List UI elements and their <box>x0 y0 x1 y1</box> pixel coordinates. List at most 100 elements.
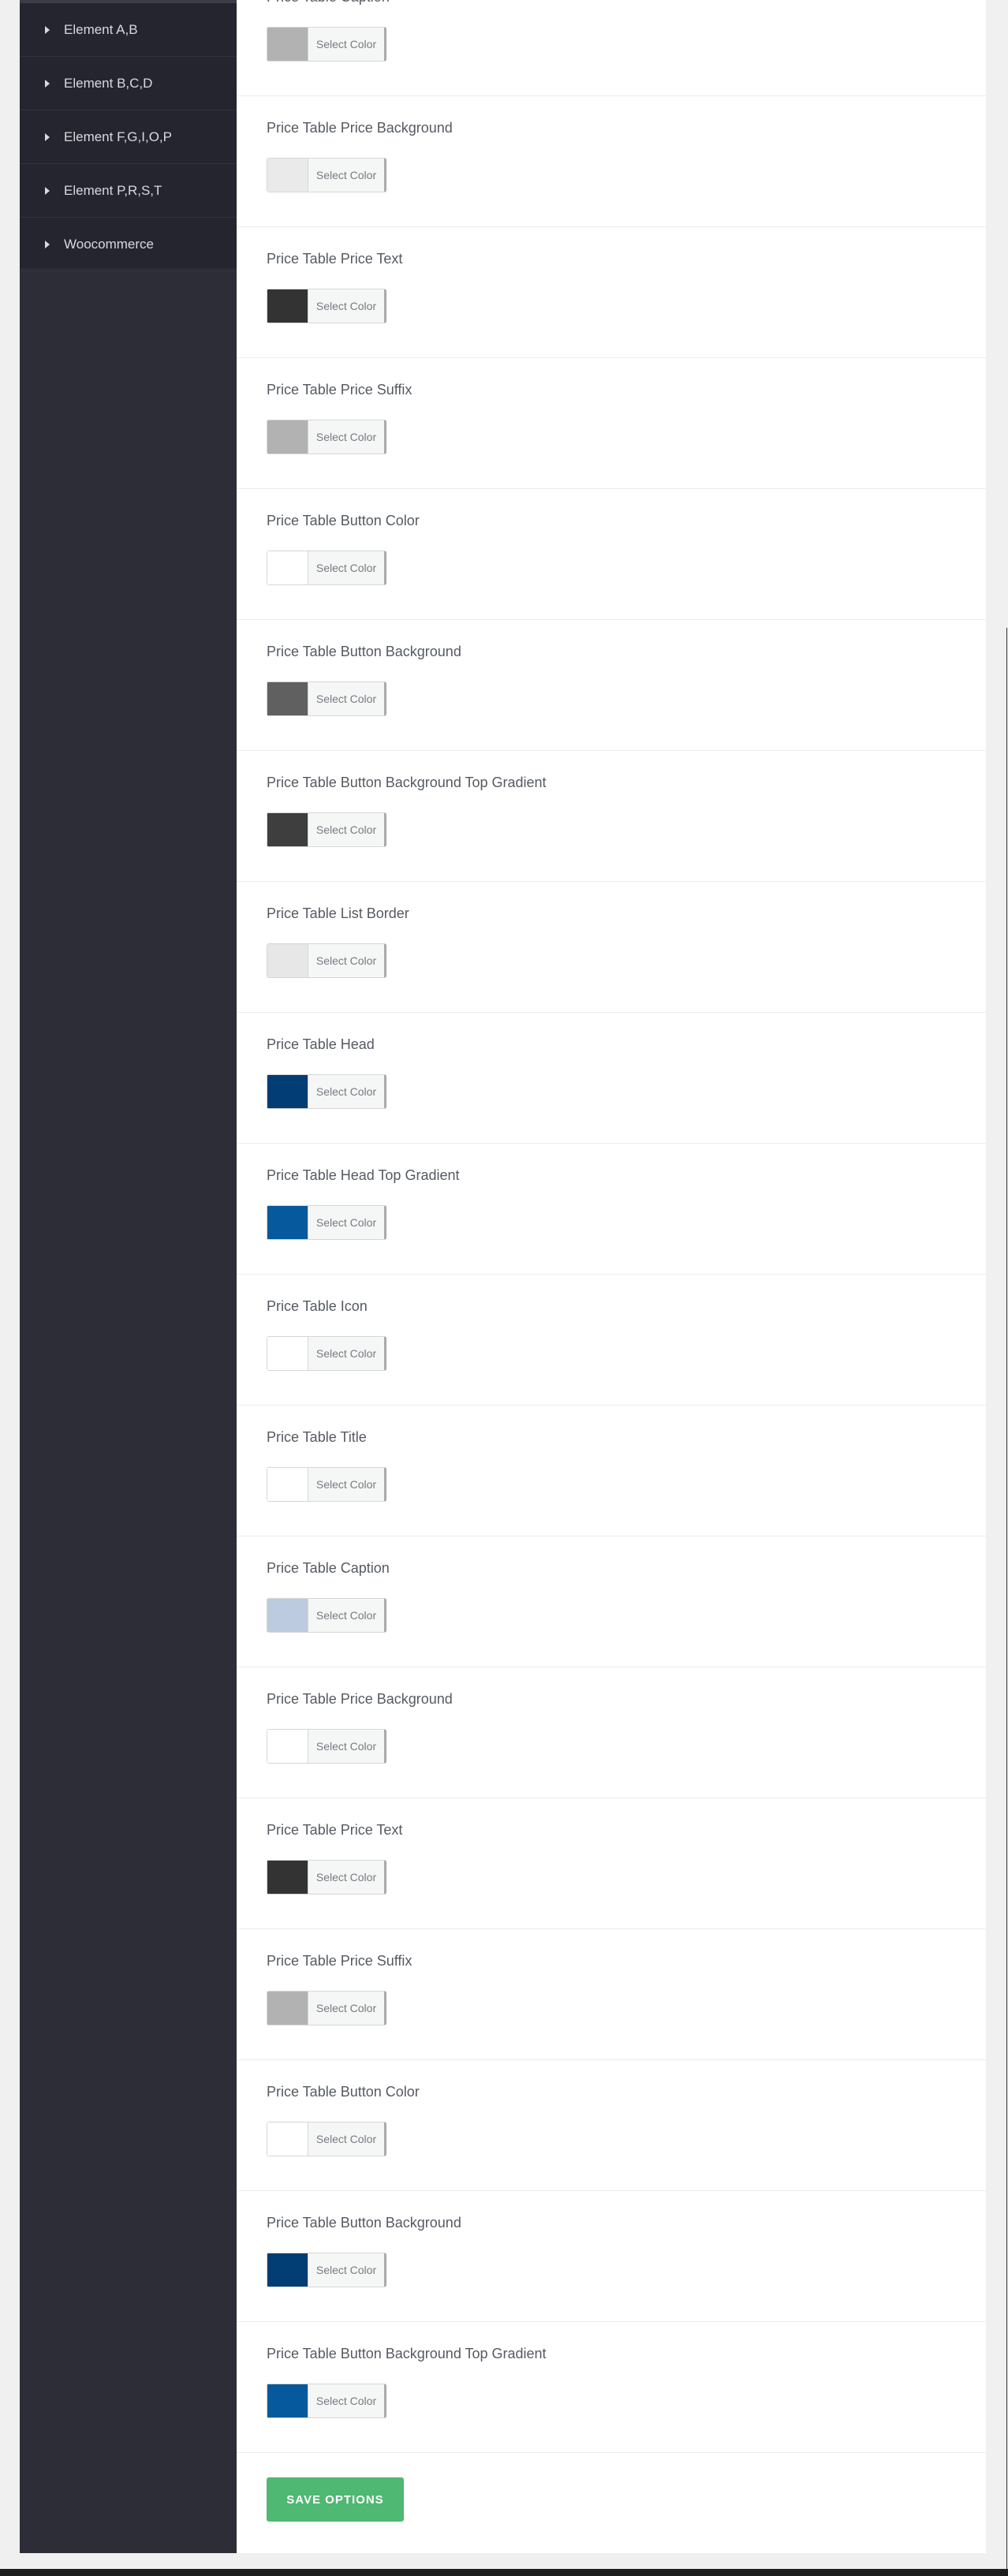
color-swatch[interactable] <box>267 1730 308 1763</box>
color-swatch[interactable] <box>267 2384 308 2417</box>
color-option-label: Price Table Button Background <box>267 2215 461 2231</box>
select-color-label[interactable]: Select Color <box>308 289 384 323</box>
color-option-label: Price Table Head Top Gradient <box>267 1167 460 1183</box>
save-options-button[interactable]: SAVE OPTIONS <box>267 2477 404 2522</box>
color-swatch[interactable] <box>267 1599 308 1632</box>
color-swatch[interactable] <box>267 813 308 846</box>
color-swatch[interactable] <box>267 1206 308 1239</box>
caret-right-icon <box>45 133 50 141</box>
color-option-row: Price Table Price Background Select Color <box>237 96 986 227</box>
select-color-label[interactable]: Select Color <box>308 944 384 977</box>
window-edge-line <box>1006 628 1007 2576</box>
options-panel: Price Table CaptionSelect ColorPrice Tab… <box>237 0 986 2553</box>
select-color-label[interactable]: Select Color <box>308 28 384 61</box>
bottom-bar <box>0 2569 1008 2576</box>
select-color-label[interactable]: Select Color <box>308 159 384 192</box>
sidebar-menu: Element A,B Element B,C,D Element F,G,I,… <box>20 3 237 271</box>
color-picker-button[interactable]: Select Color <box>267 2253 386 2287</box>
color-option-row: Price Table Button Background Select Colo… <box>237 620 986 751</box>
color-swatch[interactable] <box>267 420 308 454</box>
color-picker-button[interactable]: Select Color <box>267 1729 386 1764</box>
sidebar-item-label: Element B,C,D <box>64 75 153 91</box>
color-picker-button[interactable]: Select Color <box>267 681 386 716</box>
caret-right-icon <box>45 240 50 248</box>
color-option-label: Price Table List Border <box>267 905 409 921</box>
color-option-label: Price Table Caption <box>267 1560 390 1576</box>
sidebar-item-element-p-r-s-t[interactable]: Element P,R,S,T <box>20 164 237 218</box>
color-swatch[interactable] <box>267 1468 308 1501</box>
select-color-label[interactable]: Select Color <box>308 2384 384 2417</box>
color-picker-button[interactable]: Select Color <box>267 1991 386 2025</box>
color-picker-button[interactable]: Select Color <box>267 289 386 323</box>
select-color-label[interactable]: Select Color <box>308 682 384 715</box>
sidebar-item-label: Element A,B <box>64 21 138 37</box>
color-picker-button[interactable]: Select Color <box>267 1598 386 1633</box>
color-swatch[interactable] <box>267 28 308 61</box>
color-swatch[interactable] <box>267 2253 308 2287</box>
color-picker-button[interactable]: Select Color <box>267 1467 386 1502</box>
select-color-label[interactable]: Select Color <box>308 551 384 584</box>
color-option-row: Price Table List Border Select Color <box>237 882 986 1013</box>
select-color-label[interactable]: Select Color <box>308 1730 384 1763</box>
color-picker-button[interactable]: Select Color <box>267 2384 386 2418</box>
sidebar-item-element-b-c-d[interactable]: Element B,C,D <box>20 57 237 110</box>
color-option-row: Price Table Button Background Select Colo… <box>237 2191 986 2322</box>
color-option-row: Price Table Button Background Top Gradie… <box>237 751 986 882</box>
caret-right-icon <box>45 25 50 34</box>
sidebar-item-woocommerce[interactable]: Woocommerce <box>20 218 237 271</box>
color-option-row: Price Table Caption Select Color <box>237 0 986 96</box>
caret-right-icon <box>45 79 50 88</box>
select-color-label[interactable]: Select Color <box>308 1206 384 1239</box>
color-option-row: Price Table Head Top Gradient Select Colo… <box>237 1144 986 1275</box>
color-option-label: Price Table Icon <box>267 1298 368 1314</box>
color-picker-button[interactable]: Select Color <box>267 1860 386 1895</box>
select-color-label[interactable]: Select Color <box>308 2122 384 2156</box>
color-option-label: Price Table Title <box>267 1429 367 1445</box>
color-picker-button[interactable]: Select Color <box>267 158 386 192</box>
select-color-label[interactable]: Select Color <box>308 2253 384 2287</box>
color-picker-button[interactable]: Select Color <box>267 420 386 454</box>
select-color-label[interactable]: Select Color <box>308 1861 384 1894</box>
color-swatch[interactable] <box>267 159 308 192</box>
color-swatch[interactable] <box>267 682 308 715</box>
color-option-row: Price Table Button Background Top Gradie… <box>237 2322 986 2453</box>
sidebar-item-element-a-b[interactable]: Element A,B <box>20 3 237 57</box>
color-option-label: Price Table Price Background <box>267 1691 453 1707</box>
color-option-row: Price Table Price Suffix Select Color <box>237 358 986 489</box>
color-picker-button[interactable]: Select Color <box>267 1205 386 1240</box>
color-option-row: Price Table Price Text Select Color <box>237 227 986 358</box>
color-picker-button[interactable]: Select Color <box>267 812 386 847</box>
color-picker-button[interactable]: Select Color <box>267 27 386 62</box>
color-swatch[interactable] <box>267 551 308 584</box>
color-swatch[interactable] <box>267 2122 308 2156</box>
sidebar-item-element-f-g-i-o-p[interactable]: Element F,G,I,O,P <box>20 110 237 164</box>
color-swatch[interactable] <box>267 1861 308 1894</box>
color-swatch[interactable] <box>267 1992 308 2025</box>
color-option-row: Price Table Caption Select Color <box>237 1536 986 1667</box>
color-picker-button[interactable]: Select Color <box>267 943 386 978</box>
color-option-row: Price Table Title Select Color <box>237 1406 986 1536</box>
select-color-label[interactable]: Select Color <box>308 1468 384 1501</box>
select-color-label[interactable]: Select Color <box>308 1599 384 1632</box>
select-color-label[interactable]: Select Color <box>308 813 384 846</box>
color-option-label: Price Table Button Color <box>267 2084 420 2100</box>
color-swatch[interactable] <box>267 1337 308 1370</box>
color-picker-button[interactable]: Select Color <box>267 551 386 585</box>
color-swatch[interactable] <box>267 1075 308 1108</box>
color-option-label: Price Table Price Suffix <box>267 1953 413 1969</box>
color-option-label: Price Table Button Background Top Gradie… <box>267 775 547 790</box>
color-option-row: Price Table Price Text Select Color <box>237 1798 986 1929</box>
color-picker-button[interactable]: Select Color <box>267 1336 386 1371</box>
color-swatch[interactable] <box>267 944 308 977</box>
color-option-label: Price Table Button Background Top Gradie… <box>267 2346 547 2361</box>
color-picker-button[interactable]: Select Color <box>267 2122 386 2156</box>
color-swatch[interactable] <box>267 289 308 323</box>
color-option-row: Price Table Price Suffix Select Color <box>237 1929 986 2060</box>
select-color-label[interactable]: Select Color <box>308 1992 384 2025</box>
color-option-label: Price Table Price Suffix <box>267 382 413 398</box>
color-option-row: Price Table Head Select Color <box>237 1013 986 1144</box>
select-color-label[interactable]: Select Color <box>308 420 384 454</box>
select-color-label[interactable]: Select Color <box>308 1337 384 1370</box>
color-picker-button[interactable]: Select Color <box>267 1074 386 1109</box>
select-color-label[interactable]: Select Color <box>308 1075 384 1108</box>
